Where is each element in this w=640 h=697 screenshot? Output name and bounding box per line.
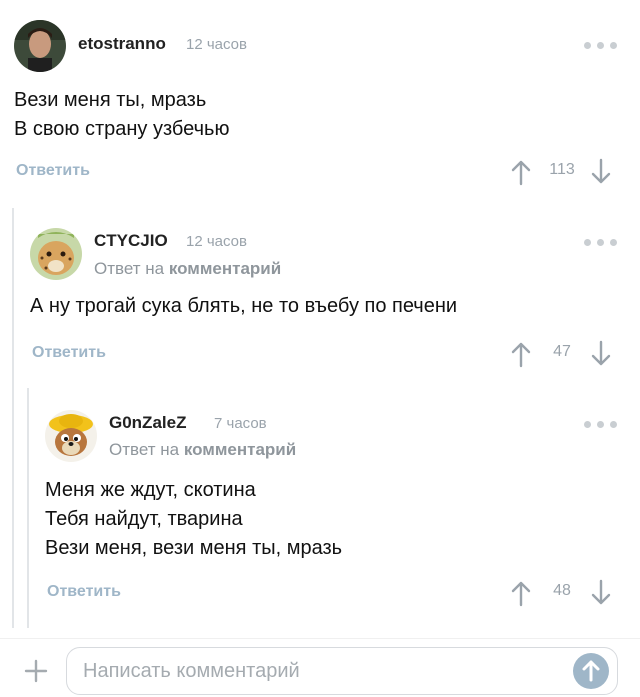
more-options-icon[interactable] bbox=[584, 419, 618, 429]
vote-controls: 48 bbox=[510, 579, 614, 607]
send-button[interactable] bbox=[573, 653, 609, 689]
reply-to-link[interactable]: комментарий bbox=[169, 259, 281, 278]
score: 47 bbox=[553, 343, 571, 360]
timestamp: 12 часов bbox=[186, 36, 247, 53]
more-options-icon[interactable] bbox=[584, 237, 618, 247]
reply-to-line: Ответ на комментарий bbox=[109, 440, 296, 460]
reply-button[interactable]: Ответить bbox=[32, 344, 106, 362]
upvote-arrow-icon[interactable] bbox=[510, 340, 532, 368]
upvote-arrow-icon[interactable] bbox=[510, 158, 532, 186]
author-name[interactable]: etostranno bbox=[78, 34, 166, 54]
comment-text: А ну трогай сука блять, не то въебу по п… bbox=[30, 295, 458, 317]
comment-text: Вези меня ты, мразь В свою страну узбечь… bbox=[14, 89, 230, 140]
reply-button[interactable]: Ответить bbox=[47, 583, 121, 601]
reply-to-link[interactable]: комментарий bbox=[184, 440, 296, 459]
comment-input[interactable]: Написать комментарий bbox=[66, 647, 618, 695]
author-name[interactable]: G0nZaleZ bbox=[109, 413, 186, 433]
plus-icon[interactable] bbox=[24, 659, 48, 683]
reply-to-prefix: Ответ на bbox=[94, 259, 165, 278]
thread-line-level-1 bbox=[12, 208, 14, 628]
vote-controls: 47 bbox=[510, 340, 614, 368]
send-arrow-icon bbox=[582, 660, 600, 682]
avatar[interactable] bbox=[45, 410, 97, 462]
reply-to-prefix: Ответ на bbox=[109, 440, 180, 459]
author-name[interactable]: CTYCJIO bbox=[94, 231, 168, 251]
score: 48 bbox=[553, 582, 571, 599]
thread-line-level-2 bbox=[27, 388, 29, 628]
downvote-arrow-icon[interactable] bbox=[590, 340, 612, 368]
upvote-arrow-icon[interactable] bbox=[510, 579, 532, 607]
comment-input-placeholder: Написать комментарий bbox=[83, 660, 300, 682]
comment-composer: Написать комментарий bbox=[0, 638, 640, 697]
timestamp: 7 часов bbox=[214, 415, 267, 432]
comment-text: Меня же ждут, скотина Тебя найдут, твари… bbox=[45, 479, 343, 559]
vote-controls: 113 bbox=[510, 158, 614, 186]
avatar[interactable] bbox=[14, 20, 66, 72]
downvote-arrow-icon[interactable] bbox=[590, 579, 612, 607]
timestamp: 12 часов bbox=[186, 233, 247, 250]
score: 113 bbox=[549, 161, 575, 178]
more-options-icon[interactable] bbox=[584, 40, 618, 50]
reply-to-line: Ответ на комментарий bbox=[94, 259, 281, 279]
avatar[interactable] bbox=[30, 228, 82, 280]
downvote-arrow-icon[interactable] bbox=[590, 158, 612, 186]
reply-button[interactable]: Ответить bbox=[16, 162, 90, 180]
